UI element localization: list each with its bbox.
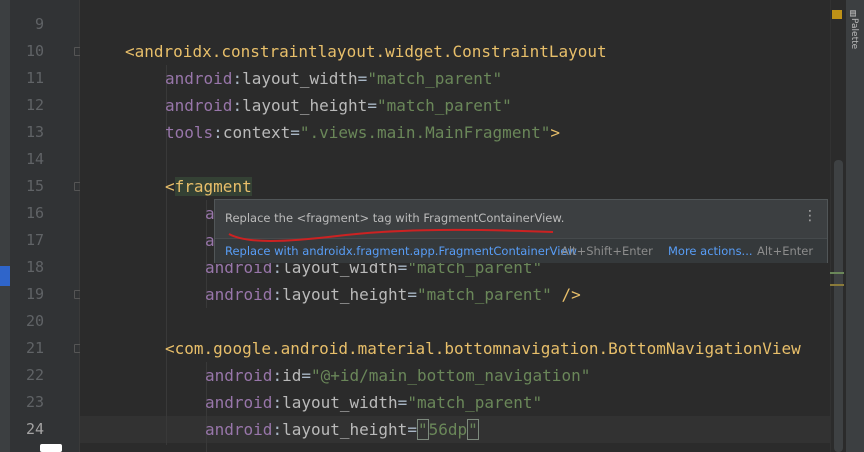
- attr-namespace: android: [165, 96, 233, 115]
- code-line-19: android:layout_height="match_parent" />: [205, 281, 581, 308]
- line-number: 10: [25, 42, 44, 60]
- attr-separator: :: [272, 420, 283, 439]
- tag-bracket: <: [125, 42, 135, 61]
- line-number: 14: [25, 150, 44, 168]
- fix-shortcut: Alt+Shift+Enter: [561, 244, 653, 258]
- more-vertical-icon[interactable]: ⋮: [803, 209, 817, 223]
- red-underline-annotation: [228, 228, 554, 242]
- attr-value: 56dp: [428, 420, 468, 439]
- line-number: 16: [25, 204, 44, 222]
- left-strip-selection[interactable]: [0, 266, 10, 286]
- attr-name: context: [222, 123, 291, 142]
- attr-equals: =: [290, 123, 300, 142]
- attr-namespace: android: [205, 285, 273, 304]
- tag-close: >: [550, 123, 560, 142]
- tag-self-close: />: [551, 285, 581, 304]
- palette-tool-window-tab[interactable]: ▤ Palette: [846, 0, 864, 452]
- line-number: 12: [25, 96, 44, 114]
- attr-name: layout_width: [242, 69, 358, 88]
- attr-name: layout_width: [282, 393, 398, 412]
- tag-name: com.google.android.material.bottomnaviga…: [174, 339, 801, 358]
- warning-indicator-icon[interactable]: [832, 10, 842, 19]
- line-number: 19: [25, 285, 44, 303]
- line-number: 18: [25, 258, 44, 276]
- attr-name: layout_height: [242, 96, 368, 115]
- code-line-10: <androidx.constraintlayout.widget.Constr…: [125, 38, 607, 65]
- code-line-13: tools:context=".views.main.MainFragment"…: [165, 119, 560, 146]
- gutter-preview-icon[interactable]: [40, 444, 62, 452]
- attr-value: ".views.main.MainFragment": [299, 123, 551, 142]
- attr-value-close-quote: ": [467, 419, 479, 440]
- code-line-22: android:id="@+id/main_bottom_navigation": [205, 362, 590, 389]
- line-number: 13: [25, 123, 44, 141]
- attr-value-open-quote: ": [416, 419, 429, 440]
- attr-equals: =: [301, 366, 311, 385]
- attr-equals: =: [407, 285, 417, 304]
- code-line-11: android:layout_width="match_parent": [165, 65, 502, 92]
- attr-equals: =: [397, 393, 408, 412]
- more-actions-shortcut: Alt+Enter: [757, 244, 814, 258]
- more-actions-link[interactable]: More actions...: [668, 244, 753, 258]
- attr-value: "match_parent": [407, 393, 543, 412]
- tag-bracket: <: [165, 339, 175, 358]
- attr-namespace: android: [165, 69, 233, 88]
- line-number: 20: [25, 312, 44, 330]
- palette-label: Palette: [849, 18, 859, 50]
- line-number: 22: [25, 366, 44, 384]
- left-tool-strip: [0, 0, 10, 452]
- attr-separator: :: [272, 366, 283, 385]
- attr-namespace: android: [205, 393, 273, 412]
- code-line-15: <fragment: [165, 173, 252, 200]
- attr-value: "match_parent": [376, 96, 512, 115]
- line-number: 9: [34, 15, 44, 33]
- attr-equals: =: [407, 420, 417, 439]
- attr-value: "match_parent": [367, 69, 503, 88]
- tag-name: androidx.constraintlayout.widget.Constra…: [134, 42, 607, 61]
- current-line-number: 24: [25, 420, 44, 438]
- attr-separator: :: [272, 285, 283, 304]
- attr-name: id: [282, 366, 302, 385]
- attr-separator: :: [232, 69, 243, 88]
- line-number: 11: [25, 69, 44, 87]
- attr-namespace: android: [205, 366, 273, 385]
- attr-value: "match_parent": [416, 285, 552, 304]
- replace-fix-link[interactable]: Replace with androidx.fragment.app.Fragm…: [225, 244, 577, 258]
- attr-equals: =: [367, 96, 377, 115]
- attr-namespace: android: [205, 420, 273, 439]
- code-line-24: android:layout_height="56dp": [205, 416, 479, 443]
- code-line-12: android:layout_height="match_parent": [165, 92, 512, 119]
- tag-bracket: <: [165, 177, 175, 196]
- line-number-gutter: 9 10 11 12 13 14 15 16 17 18 19 20 21 22…: [10, 0, 82, 452]
- line-number: 15: [25, 177, 44, 195]
- vertical-scrollbar[interactable]: [834, 160, 843, 452]
- line-number: 21: [25, 339, 44, 357]
- warning-marker[interactable]: [830, 284, 844, 286]
- line-number: 17: [25, 231, 44, 249]
- code-line-21: <com.google.android.material.bottomnavig…: [165, 335, 801, 362]
- attr-equals: =: [357, 69, 368, 88]
- attr-separator: :: [232, 96, 243, 115]
- change-marker[interactable]: [830, 272, 844, 274]
- fragment-tag-name: fragment: [174, 177, 252, 196]
- attr-name: layout_height: [282, 285, 408, 304]
- attr-value: "@+id/main_bottom_navigation": [310, 366, 591, 385]
- inspection-message: Replace the <fragment> tag with Fragment…: [225, 211, 565, 225]
- line-number: 23: [25, 393, 44, 411]
- code-line-23: android:layout_width="match_parent": [205, 389, 542, 416]
- attr-name: layout_height: [282, 420, 408, 439]
- attr-namespace: tools: [165, 123, 214, 142]
- attr-separator: :: [272, 393, 283, 412]
- attr-separator: :: [213, 123, 223, 142]
